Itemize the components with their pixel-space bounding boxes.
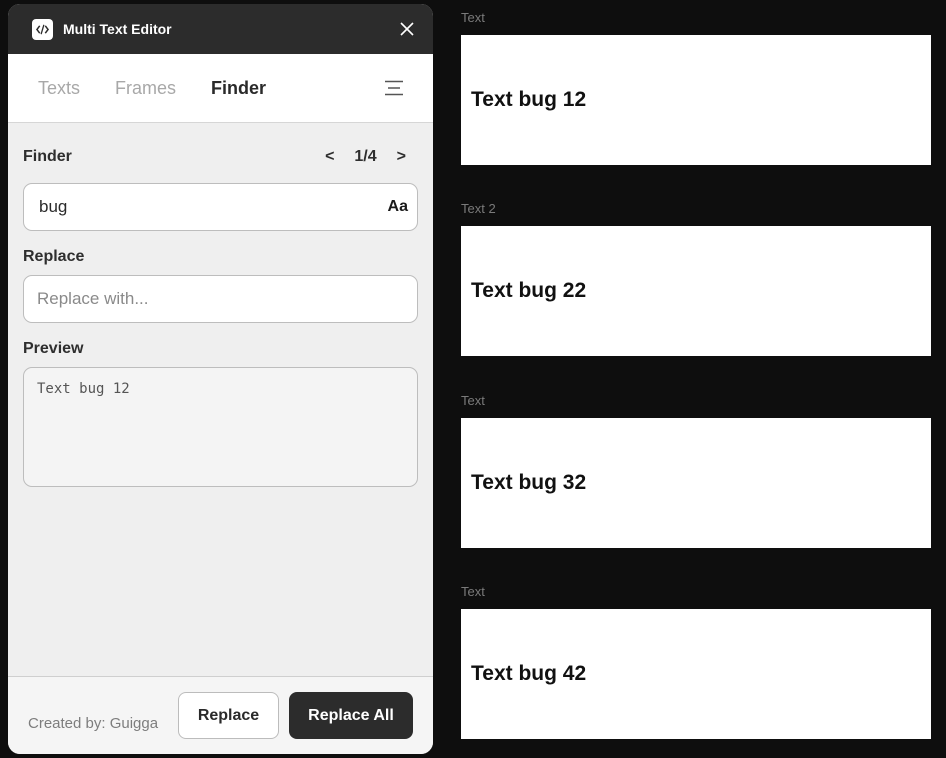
- text-frame[interactable]: Text bug 32: [461, 418, 931, 548]
- plugin-panel: Multi Text Editor Texts Frames Finder Fi…: [8, 4, 433, 754]
- tab-finder[interactable]: Finder: [211, 78, 266, 99]
- frame-label: Text: [461, 10, 485, 25]
- finder-content: Finder < 1/4 > bug Aa Replace Replace wi…: [8, 147, 433, 487]
- frame-label: Text: [461, 584, 485, 599]
- tab-frames[interactable]: Frames: [115, 78, 176, 99]
- replace-all-button[interactable]: Replace All: [289, 692, 413, 739]
- tab-texts[interactable]: Texts: [38, 78, 80, 99]
- title-bar: Multi Text Editor: [8, 4, 433, 54]
- frame-text: Text bug 12: [471, 88, 587, 111]
- match-position: 1/4: [354, 148, 377, 165]
- next-match-button[interactable]: >: [395, 148, 408, 166]
- tab-bar: Texts Frames Finder: [8, 54, 433, 123]
- search-input[interactable]: bug Aa: [23, 183, 418, 231]
- frame-label: Text 2: [461, 201, 496, 216]
- preview-box: Text bug 12: [23, 367, 418, 487]
- frame-text: Text bug 32: [471, 471, 587, 494]
- footer: Created by: Guigga Replace Replace All: [8, 676, 433, 754]
- match-pager: < 1/4 >: [323, 148, 408, 166]
- credit-text: Created by: Guigga: [28, 715, 159, 732]
- text-frame[interactable]: Text bug 22: [461, 226, 931, 356]
- replace-label: Replace: [23, 248, 85, 265]
- match-case-toggle[interactable]: Aa: [388, 198, 408, 216]
- prev-match-button[interactable]: <: [323, 148, 336, 166]
- finder-label: Finder: [23, 148, 72, 165]
- menu-button[interactable]: [383, 78, 405, 98]
- text-frame[interactable]: Text bug 42: [461, 609, 931, 739]
- preview-label: Preview: [23, 340, 84, 357]
- frame-text: Text bug 42: [471, 662, 587, 685]
- frame-label: Text: [461, 393, 485, 408]
- replace-input[interactable]: Replace with...: [23, 275, 418, 323]
- code-icon: [32, 18, 53, 40]
- app-title: Multi Text Editor: [63, 21, 172, 37]
- search-query[interactable]: bug: [39, 197, 388, 217]
- text-frame[interactable]: Text bug 12: [461, 35, 931, 165]
- menu-icon[interactable]: [384, 80, 404, 96]
- close-button[interactable]: [397, 19, 417, 39]
- frame-text: Text bug 22: [471, 279, 587, 302]
- close-icon[interactable]: [400, 22, 414, 36]
- finder-header: Finder < 1/4 >: [23, 147, 418, 167]
- replace-button[interactable]: Replace: [178, 692, 279, 739]
